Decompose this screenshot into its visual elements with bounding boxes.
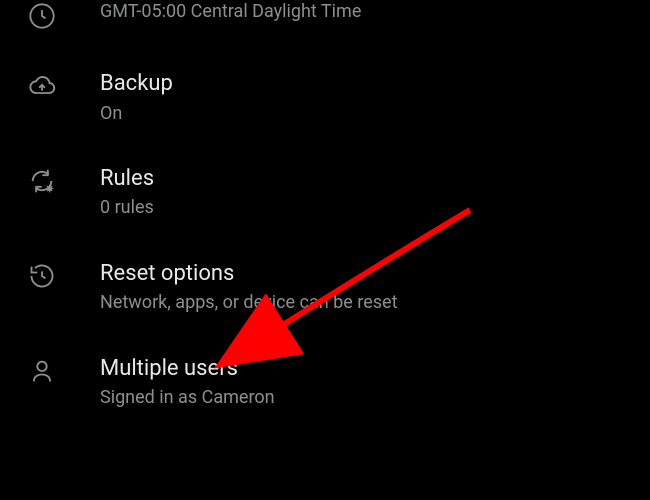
settings-list: GMT-05:00 Central Daylight Time Backup O… [0,0,650,430]
history-icon [24,260,76,290]
rules-title: Rules [100,165,626,193]
clock-icon [24,0,76,30]
backup-subtitle: On [100,102,626,125]
settings-item-rules[interactable]: Rules 0 rules [0,145,650,240]
reset-subtitle: Network, apps, or device can be reset [100,291,626,314]
datetime-subtitle: GMT-05:00 Central Daylight Time [100,0,626,23]
person-icon [24,355,76,385]
rules-subtitle: 0 rules [100,196,626,219]
cloud-upload-icon [24,70,76,100]
settings-item-backup[interactable]: Backup On [0,50,650,145]
users-subtitle: Signed in as Cameron [100,386,626,409]
settings-item-datetime[interactable]: GMT-05:00 Central Daylight Time [0,0,650,50]
refresh-gear-icon [24,165,76,195]
users-title: Multiple users [100,355,626,383]
reset-title: Reset options [100,260,626,288]
backup-title: Backup [100,70,626,98]
settings-item-reset[interactable]: Reset options Network, apps, or device c… [0,240,650,335]
settings-item-users[interactable]: Multiple users Signed in as Cameron [0,335,650,430]
